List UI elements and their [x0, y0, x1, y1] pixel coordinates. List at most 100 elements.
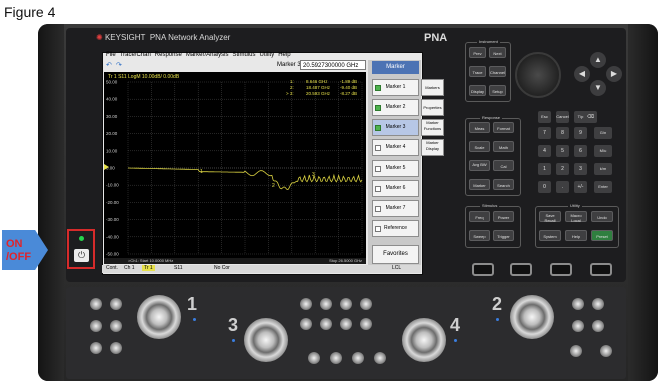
backspace-icon[interactable]: ⌫: [584, 111, 597, 123]
aux-connector[interactable]: [300, 318, 312, 330]
usb-port-3[interactable]: [550, 263, 572, 276]
key-esc[interactable]: Esc: [538, 111, 551, 123]
key-num-dot[interactable]: .: [556, 181, 569, 193]
aux-connector[interactable]: [600, 345, 612, 357]
key-marker[interactable]: Marker: [469, 179, 490, 190]
menu-trace-chan[interactable]: Trace/Chan: [120, 52, 151, 58]
menu-utility[interactable]: Utility: [260, 52, 275, 58]
key-math[interactable]: Math: [493, 141, 514, 152]
key-num-1[interactable]: 1: [538, 163, 551, 175]
aux-connector[interactable]: [340, 318, 352, 330]
key-unit-gn[interactable]: G/n: [594, 127, 612, 139]
key-cal[interactable]: Cal: [493, 160, 514, 171]
aux-connector[interactable]: [360, 298, 372, 310]
aux-connector[interactable]: [110, 342, 122, 354]
key-sweep[interactable]: Sweep: [469, 230, 490, 241]
aux-connector[interactable]: [300, 298, 312, 310]
aux-connector[interactable]: [572, 298, 584, 310]
softkey-marker-4[interactable]: Marker 4: [372, 139, 419, 156]
key-num-4[interactable]: 4: [538, 145, 551, 157]
key-num-pmpmpm[interactable]: +/-: [574, 181, 587, 193]
softkey-marker-6[interactable]: Marker 6: [372, 180, 419, 197]
tab-markers[interactable]: Markers: [421, 79, 444, 96]
key-format[interactable]: Format: [493, 122, 514, 133]
key-num-7[interactable]: 7: [538, 127, 551, 139]
test-port-3[interactable]: [244, 318, 288, 362]
key-display[interactable]: Display: [469, 85, 486, 96]
key-num-0[interactable]: 0: [538, 181, 551, 193]
power-button[interactable]: ⏻: [74, 249, 89, 262]
aux-connector[interactable]: [320, 298, 332, 310]
key-preset[interactable]: Preset: [591, 230, 613, 241]
key-num-6[interactable]: 6: [574, 145, 587, 157]
aux-connector[interactable]: [90, 320, 102, 332]
aux-connector[interactable]: [360, 318, 372, 330]
aux-connector[interactable]: [320, 318, 332, 330]
key-scale[interactable]: Scale: [469, 141, 490, 152]
key-num-8[interactable]: 8: [556, 127, 569, 139]
arrow-down-icon[interactable]: ▼: [590, 80, 606, 96]
key-unit-km[interactable]: k/m: [594, 163, 612, 175]
usb-port-2[interactable]: [510, 263, 532, 276]
test-port-4[interactable]: [402, 318, 446, 362]
key-power[interactable]: Power: [493, 211, 514, 222]
key-unit-enter[interactable]: Enter: [594, 181, 612, 193]
key-help[interactable]: Help: [565, 230, 587, 241]
marker-frequency-input[interactable]: 20.5927300000 GHz: [300, 60, 366, 70]
aux-connector[interactable]: [90, 298, 102, 310]
menu-file[interactable]: File: [106, 52, 116, 58]
softkey-marker-5[interactable]: Marker 5: [372, 160, 419, 177]
usb-port-4[interactable]: [590, 263, 612, 276]
key-save-recall[interactable]: Save Recall: [539, 211, 561, 223]
arrow-right-icon[interactable]: ▶: [606, 66, 622, 82]
aux-connector[interactable]: [572, 320, 584, 332]
softkey-reference[interactable]: Reference: [372, 220, 419, 237]
aux-connector[interactable]: [330, 352, 342, 364]
menu-response[interactable]: Response: [155, 52, 182, 58]
tab-properties[interactable]: Properties: [421, 99, 444, 116]
tab-marker-display[interactable]: Marker Display: [421, 139, 444, 156]
aux-connector[interactable]: [592, 298, 604, 310]
key-cancel[interactable]: Cancel: [556, 111, 569, 123]
key-num-3[interactable]: 3: [574, 163, 587, 175]
favorites-button[interactable]: Favorites: [372, 245, 419, 264]
softkey-marker-3[interactable]: Marker 3: [372, 119, 419, 136]
key-freq[interactable]: Freq: [469, 211, 490, 222]
key-trace[interactable]: Trace: [469, 66, 486, 77]
key-num-2[interactable]: 2: [556, 163, 569, 175]
key-setup[interactable]: Setup: [489, 85, 506, 96]
aux-connector[interactable]: [308, 352, 320, 364]
aux-connector[interactable]: [110, 320, 122, 332]
aux-connector[interactable]: [340, 298, 352, 310]
key-unit-mu[interactable]: M/u: [594, 145, 612, 157]
key-trigger[interactable]: Trigger: [493, 230, 514, 241]
menu-help[interactable]: Help: [278, 52, 290, 58]
aux-connector[interactable]: [374, 352, 386, 364]
test-port-1[interactable]: [137, 295, 181, 339]
key-avg-bw[interactable]: Avg BW: [469, 160, 490, 171]
aux-connector[interactable]: [110, 298, 122, 310]
key-system[interactable]: System: [539, 230, 561, 241]
key-num-9[interactable]: 9: [574, 127, 587, 139]
key-next[interactable]: Next: [489, 47, 506, 58]
redo-icon[interactable]: ↷: [116, 61, 122, 69]
arrow-up-icon[interactable]: ▲: [590, 52, 606, 68]
arrow-left-icon[interactable]: ◀: [574, 66, 590, 82]
test-port-2[interactable]: [510, 295, 554, 339]
tab-marker-functions[interactable]: Marker Functions: [421, 119, 444, 136]
aux-connector[interactable]: [570, 345, 582, 357]
key-num-5[interactable]: 5: [556, 145, 569, 157]
key-prev[interactable]: Prev: [469, 47, 486, 58]
aux-connector[interactable]: [592, 320, 604, 332]
undo-icon[interactable]: ↶: [106, 61, 112, 69]
key-search[interactable]: Search: [493, 179, 514, 190]
softkey-marker-1[interactable]: Marker 1: [372, 79, 419, 96]
menu-stimulus[interactable]: Stimulus: [233, 52, 256, 58]
rotary-knob[interactable]: [515, 52, 561, 98]
usb-port-1[interactable]: [472, 263, 494, 276]
aux-connector[interactable]: [90, 342, 102, 354]
softkey-marker-7[interactable]: Marker 7: [372, 200, 419, 217]
softkey-marker-2[interactable]: Marker 2: [372, 99, 419, 116]
key-macro-local[interactable]: Macro Local: [565, 211, 587, 223]
key-meas[interactable]: Meas: [469, 122, 490, 133]
